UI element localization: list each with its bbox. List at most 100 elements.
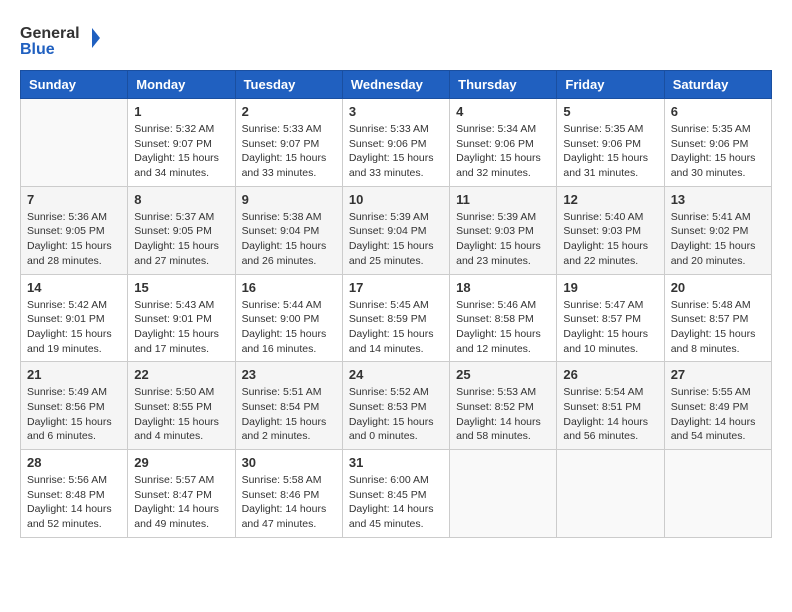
day-info: Sunrise: 5:52 AM Sunset: 8:53 PM Dayligh… <box>349 385 443 444</box>
calendar-cell: 8 Sunrise: 5:37 AM Sunset: 9:05 PM Daylig… <box>128 186 235 274</box>
day-info: Sunrise: 5:47 AM Sunset: 8:57 PM Dayligh… <box>563 298 657 357</box>
day-info: Sunrise: 5:43 AM Sunset: 9:01 PM Dayligh… <box>134 298 228 357</box>
day-info: Sunrise: 5:50 AM Sunset: 8:55 PM Dayligh… <box>134 385 228 444</box>
day-info: Sunrise: 5:46 AM Sunset: 8:58 PM Dayligh… <box>456 298 550 357</box>
day-info: Sunrise: 5:40 AM Sunset: 9:03 PM Dayligh… <box>563 210 657 269</box>
calendar-week-row: 14 Sunrise: 5:42 AM Sunset: 9:01 PM Dayli… <box>21 274 772 362</box>
column-header-thursday: Thursday <box>450 71 557 99</box>
day-number: 18 <box>456 280 550 295</box>
day-number: 20 <box>671 280 765 295</box>
calendar-cell: 15 Sunrise: 5:43 AM Sunset: 9:01 PM Dayli… <box>128 274 235 362</box>
column-header-friday: Friday <box>557 71 664 99</box>
calendar-cell: 7 Sunrise: 5:36 AM Sunset: 9:05 PM Daylig… <box>21 186 128 274</box>
calendar-cell: 18 Sunrise: 5:46 AM Sunset: 8:58 PM Dayli… <box>450 274 557 362</box>
calendar-cell <box>450 450 557 538</box>
calendar-week-row: 21 Sunrise: 5:49 AM Sunset: 8:56 PM Dayli… <box>21 362 772 450</box>
calendar-cell: 24 Sunrise: 5:52 AM Sunset: 8:53 PM Dayli… <box>342 362 449 450</box>
logo-icon: General Blue <box>20 20 100 60</box>
day-info: Sunrise: 5:38 AM Sunset: 9:04 PM Dayligh… <box>242 210 336 269</box>
day-number: 8 <box>134 192 228 207</box>
calendar-cell: 6Sunrise: 5:35 AM Sunset: 9:06 PM Daylig… <box>664 99 771 187</box>
calendar-cell: 25Sunrise: 5:53 AM Sunset: 8:52 PM Dayli… <box>450 362 557 450</box>
day-info: Sunrise: 5:33 AM Sunset: 9:07 PM Dayligh… <box>242 122 336 181</box>
day-info: Sunrise: 5:39 AM Sunset: 9:04 PM Dayligh… <box>349 210 443 269</box>
calendar-cell <box>21 99 128 187</box>
calendar-cell: 3 Sunrise: 5:33 AM Sunset: 9:06 PM Daylig… <box>342 99 449 187</box>
calendar-week-row: 7 Sunrise: 5:36 AM Sunset: 9:05 PM Daylig… <box>21 186 772 274</box>
day-info: Sunrise: 5:36 AM Sunset: 9:05 PM Dayligh… <box>27 210 121 269</box>
day-info: Sunrise: 6:00 AM Sunset: 8:45 PM Dayligh… <box>349 473 443 532</box>
calendar-cell: 13 Sunrise: 5:41 AM Sunset: 9:02 PM Dayli… <box>664 186 771 274</box>
day-number: 25 <box>456 367 550 382</box>
day-info: Sunrise: 5:54 AM Sunset: 8:51 PM Dayligh… <box>563 385 657 444</box>
calendar-cell: 1 Sunrise: 5:32 AM Sunset: 9:07 PM Daylig… <box>128 99 235 187</box>
calendar-cell: 21 Sunrise: 5:49 AM Sunset: 8:56 PM Dayli… <box>21 362 128 450</box>
calendar-cell: 19 Sunrise: 5:47 AM Sunset: 8:57 PM Dayli… <box>557 274 664 362</box>
calendar-cell: 14 Sunrise: 5:42 AM Sunset: 9:01 PM Dayli… <box>21 274 128 362</box>
day-number: 22 <box>134 367 228 382</box>
day-number: 15 <box>134 280 228 295</box>
calendar-cell: 26 Sunrise: 5:54 AM Sunset: 8:51 PM Dayli… <box>557 362 664 450</box>
column-header-saturday: Saturday <box>664 71 771 99</box>
day-info: Sunrise: 5:49 AM Sunset: 8:56 PM Dayligh… <box>27 385 121 444</box>
calendar-cell: 20 Sunrise: 5:48 AM Sunset: 8:57 PM Dayli… <box>664 274 771 362</box>
day-number: 30 <box>242 455 336 470</box>
day-info: Sunrise: 5:45 AM Sunset: 8:59 PM Dayligh… <box>349 298 443 357</box>
calendar-cell: 9 Sunrise: 5:38 AM Sunset: 9:04 PM Daylig… <box>235 186 342 274</box>
day-info: Sunrise: 5:39 AM Sunset: 9:03 PM Dayligh… <box>456 210 550 269</box>
calendar-week-row: 1 Sunrise: 5:32 AM Sunset: 9:07 PM Daylig… <box>21 99 772 187</box>
svg-text:General: General <box>20 25 80 42</box>
day-number: 21 <box>27 367 121 382</box>
day-number: 27 <box>671 367 765 382</box>
day-info: Sunrise: 5:37 AM Sunset: 9:05 PM Dayligh… <box>134 210 228 269</box>
day-number: 13 <box>671 192 765 207</box>
day-info: Sunrise: 5:58 AM Sunset: 8:46 PM Dayligh… <box>242 473 336 532</box>
calendar-cell: 23 Sunrise: 5:51 AM Sunset: 8:54 PM Dayli… <box>235 362 342 450</box>
calendar-cell: 28 Sunrise: 5:56 AM Sunset: 8:48 PM Dayli… <box>21 450 128 538</box>
day-number: 3 <box>349 104 443 119</box>
day-number: 10 <box>349 192 443 207</box>
day-info: Sunrise: 5:57 AM Sunset: 8:47 PM Dayligh… <box>134 473 228 532</box>
calendar-cell: 11Sunrise: 5:39 AM Sunset: 9:03 PM Dayli… <box>450 186 557 274</box>
day-info: Sunrise: 5:51 AM Sunset: 8:54 PM Dayligh… <box>242 385 336 444</box>
calendar-table: SundayMondayTuesdayWednesdayThursdayFrid… <box>20 70 772 538</box>
day-number: 14 <box>27 280 121 295</box>
page-header: General Blue <box>20 20 772 60</box>
calendar-body: 1 Sunrise: 5:32 AM Sunset: 9:07 PM Daylig… <box>21 99 772 538</box>
calendar-cell: 27Sunrise: 5:55 AM Sunset: 8:49 PM Dayli… <box>664 362 771 450</box>
day-info: Sunrise: 5:32 AM Sunset: 9:07 PM Dayligh… <box>134 122 228 181</box>
logo: General Blue <box>20 20 100 60</box>
column-header-monday: Monday <box>128 71 235 99</box>
calendar-cell: 12Sunrise: 5:40 AM Sunset: 9:03 PM Dayli… <box>557 186 664 274</box>
day-info: Sunrise: 5:42 AM Sunset: 9:01 PM Dayligh… <box>27 298 121 357</box>
day-info: Sunrise: 5:41 AM Sunset: 9:02 PM Dayligh… <box>671 210 765 269</box>
day-number: 31 <box>349 455 443 470</box>
column-header-tuesday: Tuesday <box>235 71 342 99</box>
calendar-cell: 31 Sunrise: 6:00 AM Sunset: 8:45 PM Dayli… <box>342 450 449 538</box>
day-number: 5 <box>563 104 657 119</box>
svg-text:Blue: Blue <box>20 41 55 58</box>
calendar-cell <box>664 450 771 538</box>
column-header-sunday: Sunday <box>21 71 128 99</box>
day-number: 9 <box>242 192 336 207</box>
calendar-cell <box>557 450 664 538</box>
calendar-cell: 2Sunrise: 5:33 AM Sunset: 9:07 PM Daylig… <box>235 99 342 187</box>
day-number: 19 <box>563 280 657 295</box>
calendar-cell: 4Sunrise: 5:34 AM Sunset: 9:06 PM Daylig… <box>450 99 557 187</box>
day-number: 24 <box>349 367 443 382</box>
day-number: 28 <box>27 455 121 470</box>
day-info: Sunrise: 5:56 AM Sunset: 8:48 PM Dayligh… <box>27 473 121 532</box>
day-number: 7 <box>27 192 121 207</box>
day-number: 26 <box>563 367 657 382</box>
calendar-cell: 30 Sunrise: 5:58 AM Sunset: 8:46 PM Dayli… <box>235 450 342 538</box>
calendar-cell: 10 Sunrise: 5:39 AM Sunset: 9:04 PM Dayli… <box>342 186 449 274</box>
calendar-cell: 22 Sunrise: 5:50 AM Sunset: 8:55 PM Dayli… <box>128 362 235 450</box>
calendar-cell: 29Sunrise: 5:57 AM Sunset: 8:47 PM Dayli… <box>128 450 235 538</box>
day-number: 4 <box>456 104 550 119</box>
day-info: Sunrise: 5:33 AM Sunset: 9:06 PM Dayligh… <box>349 122 443 181</box>
calendar-cell: 16Sunrise: 5:44 AM Sunset: 9:00 PM Dayli… <box>235 274 342 362</box>
day-info: Sunrise: 5:44 AM Sunset: 9:00 PM Dayligh… <box>242 298 336 357</box>
day-number: 23 <box>242 367 336 382</box>
day-info: Sunrise: 5:48 AM Sunset: 8:57 PM Dayligh… <box>671 298 765 357</box>
day-number: 1 <box>134 104 228 119</box>
